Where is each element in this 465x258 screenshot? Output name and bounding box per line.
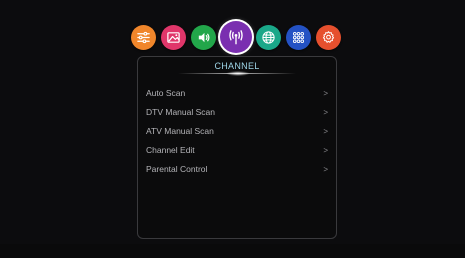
menu-item-label: ATV Manual Scan <box>146 126 214 136</box>
chevron-right-icon: > <box>323 126 328 136</box>
chevron-right-icon: > <box>323 107 328 117</box>
grid-icon[interactable] <box>286 25 311 50</box>
antenna-icon[interactable] <box>220 21 252 53</box>
chevron-right-icon: > <box>323 164 328 174</box>
screen-bezel <box>0 244 465 258</box>
menu-item-label: Parental Control <box>146 164 208 174</box>
menu-item-channel-edit[interactable]: Channel Edit > <box>146 142 328 158</box>
tv-menu-screen: CHANNEL Auto Scan > DTV Manual Scan > AT… <box>0 0 465 258</box>
gear-icon[interactable] <box>316 25 341 50</box>
panel-title: CHANNEL <box>214 61 260 71</box>
menu-item-parental-control[interactable]: Parental Control > <box>146 161 328 177</box>
sliders-icon[interactable] <box>131 25 156 50</box>
menu-item-auto-scan[interactable]: Auto Scan > <box>146 85 328 101</box>
globe-icon[interactable] <box>256 25 281 50</box>
menu-item-dtv-manual-scan[interactable]: DTV Manual Scan > <box>146 104 328 120</box>
speaker-icon[interactable] <box>191 25 216 50</box>
chevron-right-icon: > <box>323 88 328 98</box>
channel-menu-panel: CHANNEL Auto Scan > DTV Manual Scan > AT… <box>137 56 337 239</box>
menu-item-label: DTV Manual Scan <box>146 107 215 117</box>
image-icon[interactable] <box>161 25 186 50</box>
title-glow <box>226 71 250 76</box>
category-bar <box>131 20 371 56</box>
menu-item-label: Channel Edit <box>146 145 195 155</box>
menu-item-label: Auto Scan <box>146 88 186 98</box>
menu-item-atv-manual-scan[interactable]: ATV Manual Scan > <box>146 123 328 139</box>
chevron-right-icon: > <box>323 145 328 155</box>
